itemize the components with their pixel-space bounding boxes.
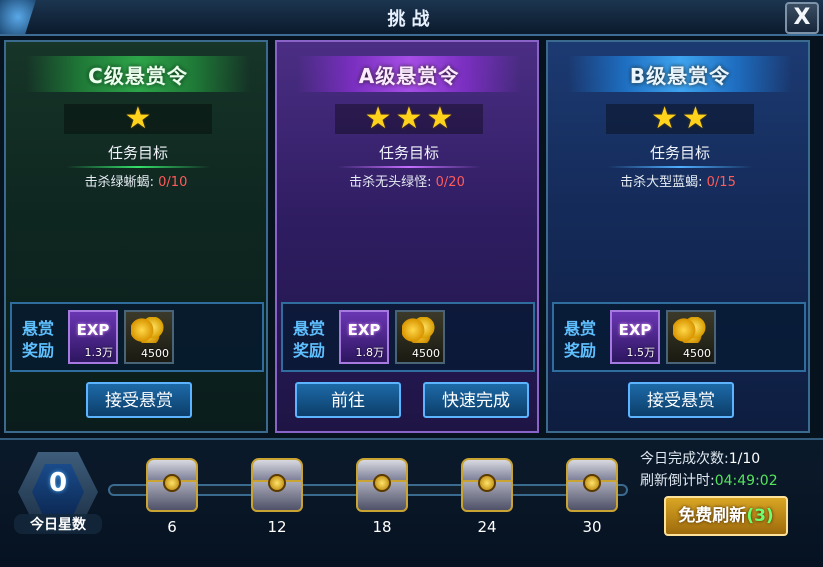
bounty-grade-title: C级悬赏令: [26, 56, 250, 92]
chest-milestone: 24: [477, 518, 497, 536]
today-stars-value: 0: [48, 468, 68, 498]
accept-bounty-button[interactable]: 接受悬赏: [628, 382, 734, 418]
gold-coins-icon: [402, 317, 438, 343]
reward-label: 悬赏 奖励: [22, 318, 58, 362]
reward-label: 悬赏 奖励: [293, 318, 329, 362]
reward-chest-icon[interactable]: [457, 456, 517, 516]
countdown-value: 04:49:02: [714, 473, 778, 489]
gold-reward-item[interactable]: 4500: [395, 310, 445, 364]
star-rating: ★ ★ ★: [335, 104, 483, 134]
reward-label-line1: 悬赏: [293, 319, 326, 338]
exp-icon: EXP: [76, 321, 110, 339]
countdown-row: 刷新倒计时:04:49:02: [640, 470, 820, 492]
refresh-label: 免费刷新: [678, 506, 747, 526]
reward-chest-icon[interactable]: [562, 456, 622, 516]
exp-quantity: 1.3万: [84, 346, 114, 359]
today-stars-label: 今日星数: [14, 514, 102, 534]
goal-heading: 任务目标: [337, 142, 481, 168]
exp-icon: EXP: [618, 321, 652, 339]
reward-label-line2: 奖励: [293, 341, 326, 360]
bounty-grade-title: A级悬赏令: [297, 56, 521, 92]
daily-stats: 今日完成次数:1/10 刷新倒计时:04:49:02: [640, 448, 820, 492]
reward-box: 悬赏 奖励 EXP 1.8万 4500: [281, 302, 535, 372]
exp-reward-item[interactable]: EXP 1.5万: [610, 310, 660, 364]
completions-label: 今日完成次数:: [640, 451, 729, 467]
star-icon: ★: [426, 101, 454, 136]
gold-quantity: 4500: [141, 347, 169, 360]
close-button[interactable]: X: [785, 2, 819, 34]
target-progress: 0/15: [706, 175, 736, 190]
bounty-panel-a: A级悬赏令 ★ ★ ★ 任务目标 击杀无头绿怪: 0/20 悬赏 奖励 EXP …: [275, 40, 539, 433]
refresh-count: (3): [746, 506, 774, 526]
exp-quantity: 1.5万: [626, 346, 656, 359]
title-bar: 挑战 X: [0, 0, 823, 36]
exp-quantity: 1.8万: [355, 346, 385, 359]
bounty-panel-b: B级悬赏令 ★ ★ 任务目标 击杀大型蓝蝎: 0/15 悬赏 奖励 EXP 1.…: [546, 40, 810, 433]
bounty-panel-c: C级悬赏令 ★ 任务目标 击杀绿蜥蝎: 0/10 悬赏 奖励 EXP 1.3万 …: [4, 40, 268, 433]
target-description: 击杀绿蜥蝎: 0/10: [6, 171, 266, 190]
reward-label: 悬赏 奖励: [564, 318, 600, 362]
target-progress: 0/20: [435, 175, 465, 190]
target-progress: 0/10: [158, 175, 188, 190]
reward-label-line1: 悬赏: [22, 319, 55, 338]
bounty-grade-title: B级悬赏令: [568, 56, 792, 92]
goal-heading: 任务目标: [66, 142, 210, 168]
completions-row: 今日完成次数:1/10: [640, 448, 820, 470]
reward-label-line1: 悬赏: [564, 319, 597, 338]
target-description: 击杀大型蓝蝎: 0/15: [548, 171, 808, 190]
chest-milestone: 18: [372, 518, 392, 536]
gold-reward-item[interactable]: 4500: [666, 310, 716, 364]
star-rating: ★: [64, 104, 212, 134]
countdown-label: 刷新倒计时:: [640, 473, 715, 489]
exp-reward-item[interactable]: EXP 1.3万: [68, 310, 118, 364]
reward-chest-icon[interactable]: [142, 456, 202, 516]
star-icon: ★: [651, 101, 678, 136]
star-progress-bar: 0 今日星数 6 12 18 24 30 今日完成次数:1/10 刷新倒计时:0…: [0, 438, 823, 567]
chest-milestone: 12: [267, 518, 287, 536]
gold-quantity: 4500: [683, 347, 711, 360]
quick-complete-button[interactable]: 快速完成: [423, 382, 529, 418]
reward-label-line2: 奖励: [22, 341, 55, 360]
goto-button[interactable]: 前往: [295, 382, 401, 418]
star-rating: ★ ★: [606, 104, 754, 134]
chest-milestone: 6: [167, 518, 177, 536]
free-refresh-button[interactable]: 免费刷新(3): [664, 496, 788, 536]
completions-value: 1/10: [728, 451, 761, 467]
target-text: 击杀绿蜥蝎:: [84, 175, 155, 190]
star-icon: ★: [124, 101, 152, 136]
star-icon: ★: [395, 101, 423, 136]
target-text: 击杀大型蓝蝎:: [620, 175, 703, 190]
exp-reward-item[interactable]: EXP 1.8万: [339, 310, 389, 364]
target-description: 击杀无头绿怪: 0/20: [277, 171, 537, 190]
gold-reward-item[interactable]: 4500: [124, 310, 174, 364]
window-title: 挑战: [387, 9, 436, 30]
gold-coins-icon: [131, 317, 167, 343]
gold-coins-icon: [673, 317, 709, 343]
target-text: 击杀无头绿怪:: [349, 175, 432, 190]
accept-bounty-button[interactable]: 接受悬赏: [86, 382, 192, 418]
exp-icon: EXP: [347, 321, 381, 339]
reward-chest-icon[interactable]: [352, 456, 412, 516]
reward-label-line2: 奖励: [564, 341, 597, 360]
chest-milestone: 30: [582, 518, 602, 536]
reward-box: 悬赏 奖励 EXP 1.5万 4500: [552, 302, 806, 372]
gold-quantity: 4500: [412, 347, 440, 360]
star-icon: ★: [364, 101, 392, 136]
goal-heading: 任务目标: [608, 142, 752, 168]
reward-box: 悬赏 奖励 EXP 1.3万 4500: [10, 302, 264, 372]
reward-chest-icon[interactable]: [247, 456, 307, 516]
star-icon: ★: [682, 101, 709, 136]
